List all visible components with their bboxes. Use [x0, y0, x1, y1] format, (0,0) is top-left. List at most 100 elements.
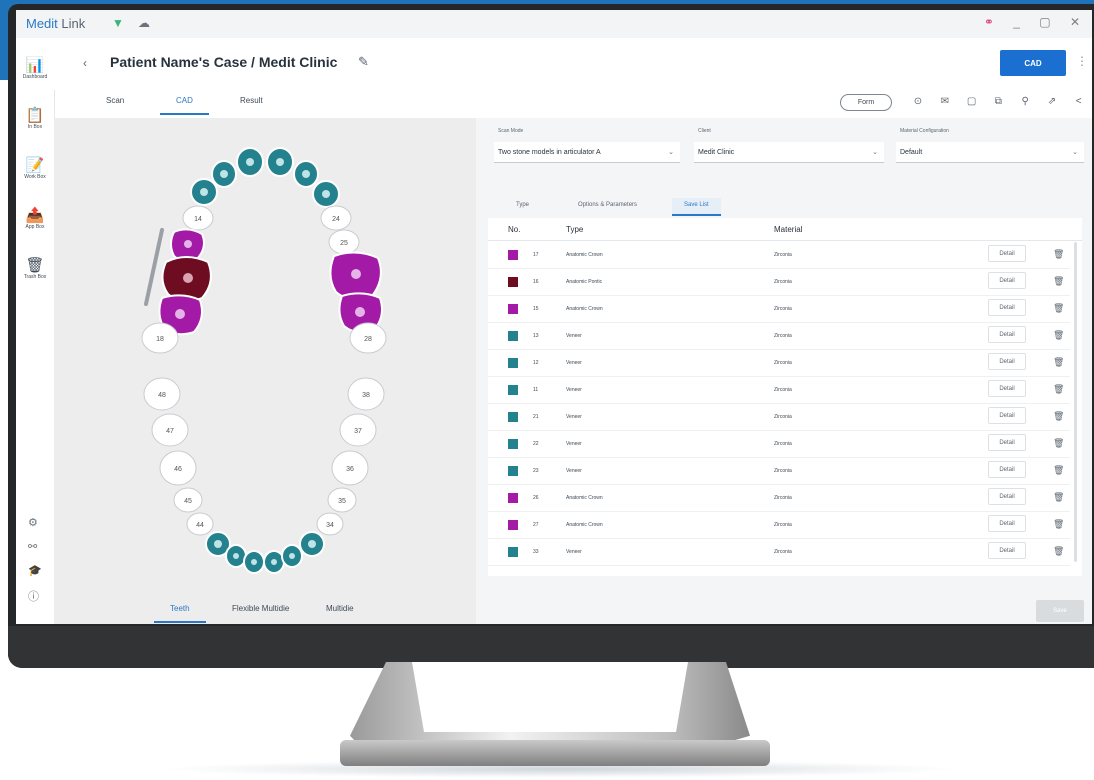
- delete-icon[interactable]: 🗑: [1053, 303, 1064, 314]
- delete-icon[interactable]: 🗑: [1053, 519, 1064, 530]
- detail-button[interactable]: Detail: [988, 434, 1026, 451]
- tooth-32[interactable]: [281, 544, 303, 568]
- delete-icon[interactable]: 🗑: [1053, 411, 1064, 422]
- tooth-21[interactable]: [266, 147, 294, 177]
- share-icon[interactable]: <: [1067, 96, 1091, 107]
- settings-icon[interactable]: ⚙: [28, 516, 38, 529]
- delete-icon[interactable]: 🗑: [1053, 546, 1064, 557]
- delete-icon[interactable]: 🗑: [1053, 438, 1064, 449]
- scan-mode-select[interactable]: Two stone models in articulator A ⌄: [494, 142, 680, 163]
- tab-cad[interactable]: CAD: [160, 96, 209, 115]
- tab-result[interactable]: Result: [240, 96, 263, 113]
- close-button[interactable]: ✕: [1070, 15, 1080, 29]
- tooth-44[interactable]: 44: [186, 512, 214, 536]
- tooth-26[interactable]: [329, 251, 382, 301]
- sidebar-item-inbox[interactable]: 📋 In Box: [19, 102, 51, 144]
- sidebar-item-workbox[interactable]: 📝 Work Box: [19, 152, 51, 194]
- table-row[interactable]: 23 Veneer Zirconia Detail 🗑: [488, 457, 1070, 485]
- tooth-46[interactable]: 46: [159, 450, 197, 486]
- tab-teeth[interactable]: Teeth: [154, 604, 206, 623]
- sidebar-item-appbox[interactable]: 📤 App Box: [19, 202, 51, 244]
- tooth-42[interactable]: [225, 544, 247, 568]
- detail-button[interactable]: Detail: [988, 407, 1026, 424]
- tooth-35[interactable]: 35: [327, 487, 357, 513]
- table-row[interactable]: 13 Veneer Zirconia Detail 🗑: [488, 322, 1070, 350]
- tab-scan[interactable]: Scan: [106, 96, 124, 113]
- tooth-24[interactable]: 24: [320, 205, 352, 231]
- delete-icon[interactable]: 🗑: [1053, 384, 1064, 395]
- tab-flexible-multidie[interactable]: Flexible Multidie: [232, 604, 289, 621]
- delete-icon[interactable]: 🗑: [1053, 276, 1064, 287]
- education-icon[interactable]: 🎓: [28, 564, 42, 577]
- tooth-28[interactable]: 28: [349, 322, 387, 354]
- subtab-type[interactable]: Type: [504, 198, 541, 214]
- table-row[interactable]: 16 Anatomic Pontic Zirconia Detail 🗑: [488, 268, 1070, 296]
- subtab-save-list[interactable]: Save List: [672, 198, 721, 216]
- material-config-select[interactable]: Default ⌄: [896, 142, 1084, 163]
- restore-button[interactable]: ▢: [1039, 15, 1050, 29]
- client-select[interactable]: Medit Clinic ⌄: [694, 142, 884, 163]
- tooth-36[interactable]: 36: [331, 450, 369, 486]
- subtab-options-parameters[interactable]: Options & Parameters: [566, 198, 649, 214]
- detail-button[interactable]: Detail: [988, 272, 1026, 289]
- link-icon[interactable]: ⚭: [984, 15, 994, 29]
- minimize-button[interactable]: _: [1013, 15, 1020, 29]
- table-row[interactable]: 26 Anatomic Crown Zirconia Detail 🗑: [488, 484, 1070, 512]
- history-icon[interactable]: ⊙: [906, 96, 930, 107]
- network-icon[interactable]: ⚯: [28, 540, 37, 553]
- tooth-38[interactable]: 38: [347, 377, 385, 411]
- detail-button[interactable]: Detail: [988, 488, 1026, 505]
- tooth-23[interactable]: [312, 180, 340, 208]
- table-row[interactable]: 15 Anatomic Crown Zirconia Detail 🗑: [488, 295, 1070, 323]
- export-icon[interactable]: ⇗: [1040, 96, 1064, 107]
- detail-button[interactable]: Detail: [988, 326, 1026, 343]
- info-icon[interactable]: ⓘ: [28, 588, 39, 604]
- table-row[interactable]: 12 Veneer Zirconia Detail 🗑: [488, 349, 1070, 377]
- table-row[interactable]: 33 Veneer Zirconia Detail 🗑: [488, 538, 1070, 566]
- cloud-icon[interactable]: ☁: [138, 16, 150, 30]
- tooth-37[interactable]: 37: [339, 413, 377, 447]
- list-scrollbar[interactable]: [1074, 242, 1077, 562]
- tooth-45[interactable]: 45: [173, 487, 203, 513]
- tooth-22[interactable]: [293, 160, 319, 188]
- copy-icon[interactable]: ⧉: [986, 96, 1010, 107]
- tooth-34[interactable]: 34: [316, 512, 344, 536]
- form-button[interactable]: Form: [840, 94, 892, 111]
- table-row[interactable]: 27 Anatomic Crown Zirconia Detail 🗑: [488, 511, 1070, 539]
- sidebar-item-dashboard[interactable]: 📊 Dashboard: [19, 52, 51, 94]
- tooth-18[interactable]: 18: [141, 322, 179, 354]
- cad-button[interactable]: CAD: [1000, 50, 1066, 76]
- delete-icon[interactable]: 🗑: [1053, 492, 1064, 503]
- tooth-14[interactable]: 14: [182, 205, 214, 231]
- detail-button[interactable]: Detail: [988, 245, 1026, 262]
- detail-button[interactable]: Detail: [988, 461, 1026, 478]
- document-icon[interactable]: ▢: [960, 96, 984, 107]
- detail-button[interactable]: Detail: [988, 299, 1026, 316]
- tooth-47[interactable]: 47: [151, 413, 189, 447]
- tooth-25[interactable]: 25: [328, 229, 360, 255]
- delete-icon[interactable]: 🗑: [1053, 330, 1064, 341]
- back-button[interactable]: ‹: [76, 56, 94, 74]
- save-button[interactable]: Save: [1036, 600, 1084, 622]
- tooth-48[interactable]: 48: [143, 377, 181, 411]
- delete-icon[interactable]: 🗑: [1053, 357, 1064, 368]
- edit-icon[interactable]: ✎: [358, 54, 369, 70]
- table-row[interactable]: 22 Veneer Zirconia Detail 🗑: [488, 430, 1070, 458]
- tooth-16[interactable]: [161, 256, 212, 303]
- table-row[interactable]: 11 Veneer Zirconia Detail 🗑: [488, 376, 1070, 404]
- delete-icon[interactable]: 🗑: [1053, 465, 1064, 476]
- detail-button[interactable]: Detail: [988, 380, 1026, 397]
- mail-icon[interactable]: ✉: [933, 96, 957, 107]
- tooth-13[interactable]: [190, 178, 218, 206]
- attach-icon[interactable]: ⚲: [1013, 96, 1037, 107]
- tooth-12[interactable]: [211, 160, 237, 188]
- detail-button[interactable]: Detail: [988, 542, 1026, 559]
- tab-multidie[interactable]: Multidie: [326, 604, 354, 621]
- detail-button[interactable]: Detail: [988, 353, 1026, 370]
- sidebar-item-trashbox[interactable]: 🗑 Trash Box: [19, 252, 51, 294]
- tooth-33[interactable]: [299, 531, 325, 557]
- more-icon[interactable]: ⋮: [1076, 54, 1088, 68]
- tooth-31[interactable]: [263, 550, 285, 574]
- table-row[interactable]: 17 Anatomic Crown Zirconia Detail 🗑: [488, 241, 1070, 269]
- detail-button[interactable]: Detail: [988, 515, 1026, 532]
